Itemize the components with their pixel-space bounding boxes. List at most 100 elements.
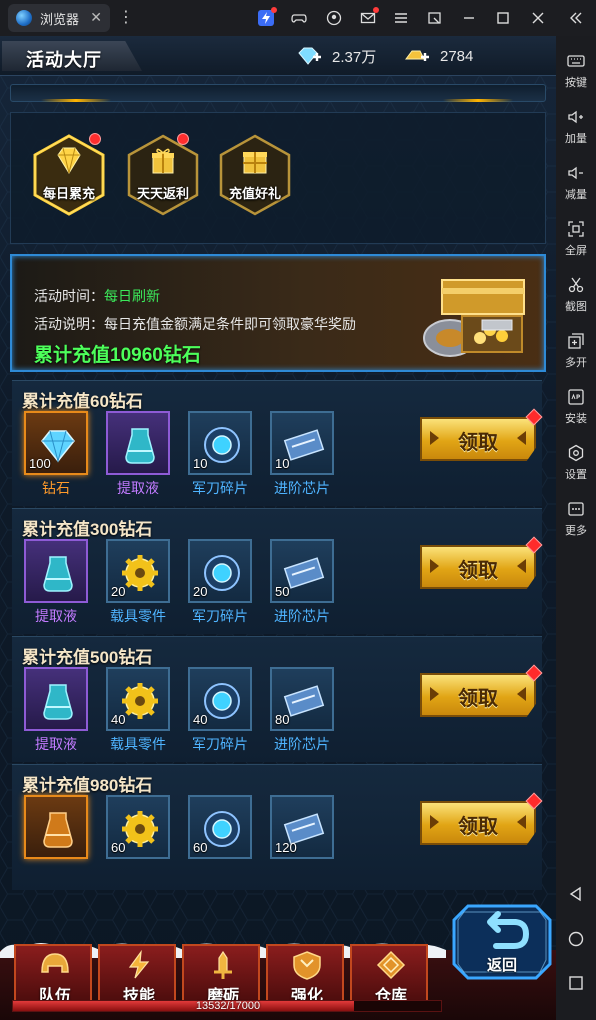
game-viewport: 活动大厅 2.37万 2784 每日累充 天天返利 充值好礼 活动时间：每日刷新… (0, 36, 556, 1020)
android-home-button[interactable] (556, 924, 596, 954)
category-panel: 每日累充 天天返利 充值好礼 (10, 112, 546, 244)
tab-recharge-gift[interactable]: 充值好礼 (217, 133, 293, 217)
reward-item[interactable]: 提取液 (24, 667, 88, 752)
activity-desc-value: 每日充值金额满足条件即可领取豪华奖励 (104, 316, 356, 332)
volume-down-icon (568, 166, 583, 180)
android-back-button[interactable] (556, 879, 596, 909)
orange-vial-icon (43, 812, 73, 848)
tab-close-icon[interactable]: ✕ (90, 9, 102, 26)
scissors-icon (568, 277, 584, 293)
reward-item[interactable]: 100 钻石 (24, 411, 88, 496)
sidebar-item-settings[interactable]: 设置 (556, 438, 596, 494)
gold-currency[interactable]: 2784 (404, 44, 473, 68)
gift-icon (152, 148, 174, 174)
fullscreen-icon (568, 221, 584, 237)
lightning-app-icon[interactable] (257, 7, 277, 27)
diamond-currency[interactable]: 2.37万 (296, 44, 376, 68)
browser-tab[interactable]: 浏览器 ✕ (8, 4, 110, 32)
reward-tier: 累计充值500钻石 提取液 40 载具零件 40 军刀碎片 80 进阶芯片 领取 (12, 636, 543, 762)
item-name: 军刀碎片 (192, 480, 248, 496)
item-count: 120 (275, 840, 297, 855)
reward-item[interactable]: 120 (270, 795, 334, 877)
sidebar-item-label: 多开 (565, 357, 587, 369)
nav-button-sword[interactable]: 磨砺 (182, 944, 260, 1006)
more-vertical-icon[interactable]: ⋮ (118, 8, 134, 28)
item-frame: 80 (270, 667, 334, 731)
strip-glow (443, 99, 513, 102)
window-restore-icon[interactable] (426, 9, 444, 27)
item-frame (106, 411, 170, 475)
reward-item[interactable]: 10 进阶芯片 (270, 411, 334, 496)
item-name: 军刀碎片 (192, 608, 248, 624)
item-count: 20 (193, 584, 208, 599)
red-dot-badge (89, 133, 101, 145)
sidebar-item-screenshot[interactable]: 截图 (556, 270, 596, 326)
reward-item[interactable]: 20 军刀碎片 (188, 539, 252, 624)
nav-button-shield[interactable]: 强化 (266, 944, 344, 1006)
sidebar-item-label: 全屏 (565, 245, 587, 257)
mail-icon[interactable] (359, 7, 379, 27)
tab-daily-recharge[interactable]: 每日累充 (31, 133, 107, 217)
nav-button-lightning[interactable]: 技能 (98, 944, 176, 1006)
browser-top-bar: 浏览器 ✕ ⋮ (0, 0, 596, 36)
maximize-icon[interactable] (494, 9, 512, 27)
sidebar-item-multi-instance[interactable]: 多开 (556, 326, 596, 382)
close-icon[interactable] (529, 9, 547, 27)
claim-button[interactable]: 领取 (420, 792, 543, 845)
gold-value: 2784 (440, 47, 474, 65)
claim-button[interactable]: 领取 (420, 408, 543, 461)
reward-item[interactable]: 50 进阶芯片 (270, 539, 334, 624)
reward-item[interactable]: 40 军刀碎片 (188, 667, 252, 752)
item-frame: 120 (270, 795, 334, 859)
keyboard-icon (567, 55, 585, 67)
sidebar-item-install[interactable]: 安装 (556, 382, 596, 438)
exp-progress-bar: 13532/17000 (12, 1000, 442, 1012)
sidebar-item-more[interactable]: 更多 (556, 494, 596, 550)
vial-icon (43, 556, 73, 592)
shield-icon (293, 951, 321, 980)
claim-button[interactable]: 领取 (420, 664, 543, 717)
sidebar-item-keys[interactable]: 按键 (556, 46, 596, 102)
tier-title: 累计充值980钻石 (22, 776, 153, 795)
sidebar-item-volume-down[interactable]: 减量 (556, 158, 596, 214)
minimize-icon[interactable] (460, 9, 478, 27)
nav-button-crate[interactable]: 仓库 (350, 944, 428, 1006)
tab-label: 每日累充 (42, 186, 95, 201)
claim-label: 领取 (458, 688, 498, 710)
reward-item[interactable]: 提取液 (24, 539, 88, 624)
nav-button-helmet[interactable]: 队伍 (14, 944, 92, 1006)
sidebar-item-fullscreen[interactable]: 全屏 (556, 214, 596, 270)
diamond-plus-icon (298, 47, 321, 65)
sidebar-item-label: 截图 (565, 301, 587, 313)
reward-item[interactable]: 60 (188, 795, 252, 877)
android-recents-button[interactable] (556, 968, 596, 998)
item-name: 提取液 (117, 480, 159, 496)
claim-button[interactable]: 领取 (420, 536, 543, 589)
claim-label: 领取 (458, 560, 498, 582)
account-icon[interactable] (325, 9, 343, 27)
menu-icon[interactable] (392, 9, 410, 27)
exp-progress-text: 13532/17000 (195, 1000, 261, 1012)
more-icon (568, 502, 584, 516)
sidebar-item-volume-up[interactable]: 加量 (556, 102, 596, 158)
item-name: 载具零件 (110, 736, 166, 752)
total-recharge: 累计充值10960钻石 (34, 345, 201, 366)
gamepad-icon[interactable] (290, 9, 308, 27)
collapse-sidebar-icon[interactable] (566, 9, 584, 27)
reward-item[interactable]: 20 载具零件 (106, 539, 170, 624)
reward-item[interactable] (24, 795, 88, 877)
item-count: 10 (193, 456, 208, 471)
reward-item[interactable]: 10 军刀碎片 (188, 411, 252, 496)
tab-daily-rebate[interactable]: 天天返利 (125, 133, 201, 217)
globe-icon (16, 10, 32, 26)
return-button[interactable]: 返回 (450, 900, 554, 984)
item-name: 进阶芯片 (274, 608, 330, 624)
reward-item[interactable]: 40 载具零件 (106, 667, 170, 752)
reward-item[interactable]: 60 (106, 795, 170, 877)
diamond-value: 2.37万 (332, 48, 377, 66)
page-title: 活动大厅 (26, 50, 102, 70)
reward-item[interactable]: 80 进阶芯片 (270, 667, 334, 752)
reward-item[interactable]: 提取液 (106, 411, 170, 496)
item-frame: 40 (106, 667, 170, 731)
lightning-icon (128, 950, 150, 979)
